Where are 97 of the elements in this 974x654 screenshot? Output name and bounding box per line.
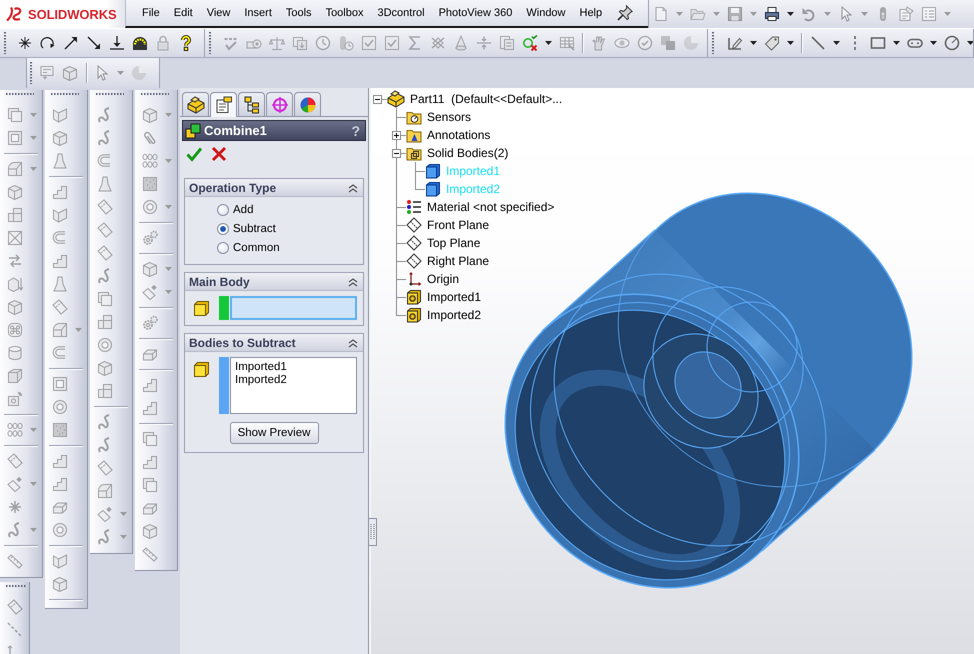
group-header[interactable]: Bodies to Subtract xyxy=(185,334,363,352)
printer-icon[interactable] xyxy=(764,6,780,22)
dome-icon[interactable] xyxy=(132,35,148,51)
cross-icon[interactable] xyxy=(211,146,227,162)
tab[interactable] xyxy=(182,92,209,116)
circle-icon[interactable] xyxy=(944,35,960,51)
menu-item[interactable]: Help xyxy=(572,7,610,19)
radio-label[interactable]: Subtract xyxy=(233,222,276,234)
list-item[interactable]: Imported2 xyxy=(235,374,287,387)
caret-icon[interactable] xyxy=(930,41,936,45)
menu-item[interactable]: View xyxy=(200,7,238,19)
cube-icon xyxy=(425,181,441,197)
caret-icon[interactable] xyxy=(832,41,840,45)
tab[interactable] xyxy=(210,92,237,117)
group-title: Operation Type xyxy=(189,180,276,194)
part-block-icon xyxy=(186,96,204,114)
menu-item[interactable]: Window xyxy=(519,7,572,19)
cube-icon xyxy=(425,163,441,179)
group-header[interactable]: Operation Type xyxy=(185,179,363,197)
down-arrow-icon[interactable] xyxy=(108,35,124,51)
radio-label[interactable]: Add xyxy=(233,204,254,216)
check-cross-icon[interactable] xyxy=(522,35,538,51)
splitter-grip-icon[interactable] xyxy=(368,518,377,546)
line-icon[interactable] xyxy=(810,35,826,51)
menu-item[interactable]: 3Dcontrol xyxy=(370,7,432,19)
plane-icon xyxy=(406,235,422,251)
tree-item[interactable]: Annotations xyxy=(427,128,490,142)
tree-item[interactable]: Part11 (Default<<Default>... xyxy=(410,92,562,106)
caret-icon[interactable] xyxy=(544,41,552,45)
rectangle-icon[interactable] xyxy=(870,35,886,51)
plane-icon xyxy=(406,253,422,269)
point-icon[interactable] xyxy=(16,35,32,51)
caret-icon[interactable] xyxy=(786,12,794,16)
selection-field[interactable] xyxy=(230,296,357,320)
folder-icon xyxy=(406,145,422,161)
double-chevron-up-icon[interactable] xyxy=(348,276,358,286)
radio-button[interactable] xyxy=(217,204,229,216)
tree-item[interactable]: Top Plane xyxy=(427,236,480,250)
plus-box-icon[interactable] xyxy=(392,130,401,140)
group-header[interactable]: Main Body xyxy=(185,273,363,291)
folder-gauge-icon xyxy=(406,109,422,125)
tree-item[interactable]: Material <not specified> xyxy=(427,200,554,214)
tree-item[interactable]: Front Plane xyxy=(427,218,490,232)
caret-icon[interactable] xyxy=(750,41,756,45)
overlapping-squares-icon xyxy=(185,122,201,138)
block-icon xyxy=(406,289,422,305)
group-title: Main Body xyxy=(189,274,250,288)
minus-box-icon[interactable] xyxy=(373,94,382,104)
tree-blocks-icon xyxy=(242,96,260,114)
menu-item[interactable]: PhotoView 360 xyxy=(432,7,520,19)
radio-label[interactable]: Common xyxy=(233,242,280,254)
caret-icon[interactable] xyxy=(892,41,900,45)
tab[interactable] xyxy=(238,92,265,116)
caret-icon[interactable] xyxy=(786,41,794,45)
crosshair-icon xyxy=(270,96,288,114)
tree-item[interactable]: Right Plane xyxy=(427,254,490,268)
plane-icon xyxy=(406,217,422,233)
tree-item[interactable]: Origin xyxy=(427,272,460,286)
arc-arrow-icon[interactable] xyxy=(40,35,56,51)
menu-item[interactable]: Edit xyxy=(166,7,200,19)
panel-title: Combine1 xyxy=(204,123,267,138)
menu-item[interactable]: Toolbox xyxy=(318,7,370,19)
sketch-pencil-icon[interactable] xyxy=(726,35,742,51)
folder-icon xyxy=(406,127,422,143)
tree-item[interactable]: Sensors xyxy=(427,110,472,124)
list-item[interactable]: Imported1 xyxy=(235,361,287,374)
menu-item[interactable]: Insert xyxy=(237,7,279,19)
menu-item[interactable]: File xyxy=(135,7,167,19)
double-chevron-up-icon[interactable] xyxy=(348,338,358,348)
caret-icon[interactable] xyxy=(966,41,973,45)
property-sheet-icon xyxy=(214,96,232,114)
tree-item[interactable]: Imported1 xyxy=(427,290,482,304)
tag-icon[interactable] xyxy=(764,35,780,51)
color-wheel-icon xyxy=(298,96,316,114)
arrow-icon[interactable] xyxy=(62,35,78,51)
pushpin-icon[interactable] xyxy=(617,5,634,21)
double-chevron-up-icon[interactable] xyxy=(348,182,358,192)
part-block-icon xyxy=(387,90,405,108)
radio-button[interactable] xyxy=(217,242,229,254)
radio-button[interactable] xyxy=(217,222,229,234)
check-icon[interactable] xyxy=(186,146,202,162)
preview-button[interactable]: Show Preview xyxy=(230,422,318,444)
group-title: Bodies to Subtract xyxy=(189,336,296,350)
arrow-icon[interactable] xyxy=(86,35,102,51)
help-button[interactable]: ? xyxy=(351,122,360,138)
material-list-icon xyxy=(406,199,422,215)
minus-box-icon[interactable] xyxy=(392,148,401,158)
cube-icon xyxy=(193,300,210,317)
tree-item[interactable]: Solid Bodies(2) xyxy=(427,146,508,160)
tree-item[interactable]: Imported2 xyxy=(427,308,482,322)
logo-text: SOLIDWORKS xyxy=(28,6,117,22)
tab[interactable] xyxy=(294,92,321,116)
block-icon xyxy=(406,307,422,323)
axes-icon xyxy=(406,271,422,287)
selection-list[interactable]: Imported1 Imported2 xyxy=(230,357,357,414)
cube-icon xyxy=(193,361,210,378)
menu-item[interactable]: Tools xyxy=(278,7,319,19)
